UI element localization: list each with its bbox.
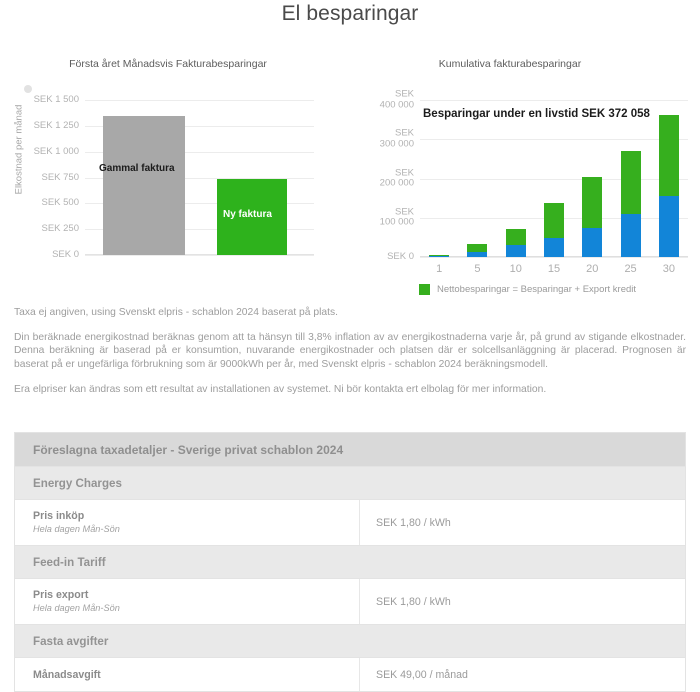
- stacked-bar: [467, 244, 488, 257]
- row-name-cell: Pris inköp Hela dagen Mån-Sön: [15, 500, 360, 545]
- section-heading-label: Feed-in Tariff: [33, 555, 106, 569]
- row-value-cell: SEK 49,00 / månad: [360, 669, 685, 681]
- page-title: El besparingar: [281, 2, 419, 25]
- left-chart-subtitle: Första året Månadsvis Fakturabesparingar: [69, 58, 267, 70]
- right-chart-x-tick: 25: [624, 263, 637, 275]
- table-row: Pris inköp Hela dagen Mån-Sön SEK 1,80 / k…: [15, 500, 685, 546]
- right-chart-subtitle: Kumulativa fakturabesparingar: [438, 58, 582, 70]
- right-chart-x-tick: 20: [586, 263, 599, 275]
- row-name-cell: Pris export Hela dagen Mån-Sön: [15, 579, 360, 624]
- right-chart-y-tick: SEK 200 000: [379, 167, 414, 189]
- left-chart-y-tick: SEK 1 500: [33, 93, 79, 105]
- left-chart-y-tick: SEK 0: [52, 248, 79, 260]
- row-value-cell: SEK 1,80 / kWh: [360, 596, 685, 608]
- bar-segment-export-credit: [620, 150, 641, 214]
- bar-segment-savings: [544, 238, 564, 257]
- row-value: SEK 49,00 / månad: [376, 668, 468, 681]
- right-chart-plot-area: SEK 0 SEK 100 000 SEK 200 000 SEK 300 000 SEK 40…: [380, 89, 688, 275]
- row-value: SEK 1,80 / kWh: [376, 595, 451, 608]
- stacked-bar: [582, 176, 603, 257]
- right-chart-x-tick: 10: [509, 263, 522, 275]
- bar-segment-savings: [467, 251, 488, 257]
- right-chart-legend: Nettobesparingar = Besparingar + Export …: [355, 284, 700, 295]
- row-value-cell: SEK 1,80 / kWh: [360, 517, 685, 529]
- legend-label: Nettobesparingar = Besparingar + Export …: [436, 284, 637, 295]
- row-subtitle: Hela dagen Mån-Sön: [33, 603, 120, 613]
- charts-region: Första året Månadsvis Fakturabesparingar…: [0, 52, 700, 297]
- row-name: Månadsavgift: [33, 668, 101, 681]
- row-subtitle: Hela dagen Mån-Sön: [33, 524, 120, 534]
- bar-segment-savings: [620, 213, 641, 257]
- row-name-cell: Månadsavgift: [15, 658, 360, 691]
- bar-segment-savings: [658, 196, 679, 257]
- gridline: [420, 100, 688, 101]
- bar-segment-export-credit: [467, 244, 488, 252]
- row-name: Pris inköp: [33, 510, 85, 522]
- table-row: Pris export Hela dagen Mån-Sön SEK 1,80 / …: [15, 579, 685, 625]
- right-chart-y-tick: SEK 400 000: [379, 88, 414, 110]
- right-chart-y-tick: SEK 100 000: [379, 206, 414, 228]
- left-chart-y-tick: SEK 1 000: [33, 145, 79, 157]
- bar-segment-export-credit: [544, 203, 564, 239]
- gridline: [420, 178, 688, 180]
- table-title: Föreslagna taxadetaljer - Sverige privat…: [33, 442, 344, 457]
- gridline: [85, 100, 314, 101]
- stacked-bar: [658, 114, 679, 257]
- gridline: [85, 255, 314, 256]
- bar-label: Gammal faktura: [99, 162, 175, 174]
- row-value: SEK 1,80 / kWh: [376, 516, 451, 529]
- row-name: Pris export: [33, 589, 89, 601]
- bar-segment-export-credit: [658, 114, 679, 197]
- paragraph: Era elpriser kan ändras som ett resultat…: [14, 383, 547, 395]
- paragraph: Din beräknade energikostnad beräknas gen…: [14, 332, 686, 370]
- gridline: [420, 139, 688, 141]
- table-row: Månadsavgift SEK 49,00 / månad: [15, 658, 685, 692]
- cumulative-bill-savings-chart: Besparingar under en livstid SEK 372 058…: [355, 89, 700, 297]
- bar-old-invoice: [103, 115, 185, 255]
- right-chart-x-tick: 30: [662, 263, 675, 275]
- right-chart-y-tick: SEK 0: [387, 250, 414, 262]
- left-chart-y-tick: SEK 250: [41, 222, 80, 234]
- stacked-bar: [544, 203, 564, 257]
- left-chart-plot-area: SEK 0 SEK 250 SEK 500 SEK 750 SEK 1 000 SEK 1…: [34, 94, 314, 259]
- stacked-bar: [620, 150, 641, 257]
- table-body: Energy Charges Pris inköp Hela dagen Mån-S…: [15, 467, 685, 692]
- bar-segment-savings: [505, 245, 526, 257]
- bar-segment-savings: [582, 227, 603, 257]
- right-chart-x-tick: 1: [436, 263, 443, 275]
- stacked-bar: [505, 228, 526, 257]
- stacked-bar: [429, 255, 450, 257]
- gridline: [420, 257, 688, 258]
- left-chart-y-tick: SEK 500: [41, 197, 80, 209]
- bar-segment-export-credit: [429, 255, 450, 257]
- tariff-details-table: Föreslagna taxadetaljer - Sverige privat…: [14, 432, 686, 692]
- monthly-bill-savings-chart: Elkostnad per månad SEK 0 SEK 250 SEK 500 S…: [0, 92, 330, 277]
- disclaimer-paragraphs: Taxa ej angiven, using Svenskt elpris - …: [14, 306, 686, 408]
- right-chart-x-tick: 5: [474, 263, 481, 275]
- right-chart-x-tick: 15: [547, 263, 561, 275]
- bar-segment-export-credit: [505, 228, 526, 246]
- bar-label: Ny faktura: [223, 208, 272, 220]
- left-chart-y-tick: SEK 1 250: [33, 119, 79, 131]
- section-heading-label: Fasta avgifter: [33, 634, 109, 648]
- table-section-header: Fasta avgifter: [15, 625, 685, 658]
- legend-swatch-icon: [418, 284, 430, 295]
- table-section-header: Energy Charges: [15, 467, 685, 500]
- bar-segment-savings: [429, 256, 450, 257]
- left-chart-y-tick: SEK 750: [41, 171, 80, 183]
- paragraph: Taxa ej angiven, using Svenskt elpris - …: [14, 307, 338, 318]
- table-section-header: Feed-in Tariff: [15, 546, 685, 579]
- section-heading-label: Energy Charges: [33, 476, 122, 490]
- table-title-row: Föreslagna taxadetaljer - Sverige privat…: [15, 433, 685, 467]
- right-chart-y-tick: SEK 300 000: [379, 127, 414, 150]
- bar-segment-export-credit: [582, 176, 603, 228]
